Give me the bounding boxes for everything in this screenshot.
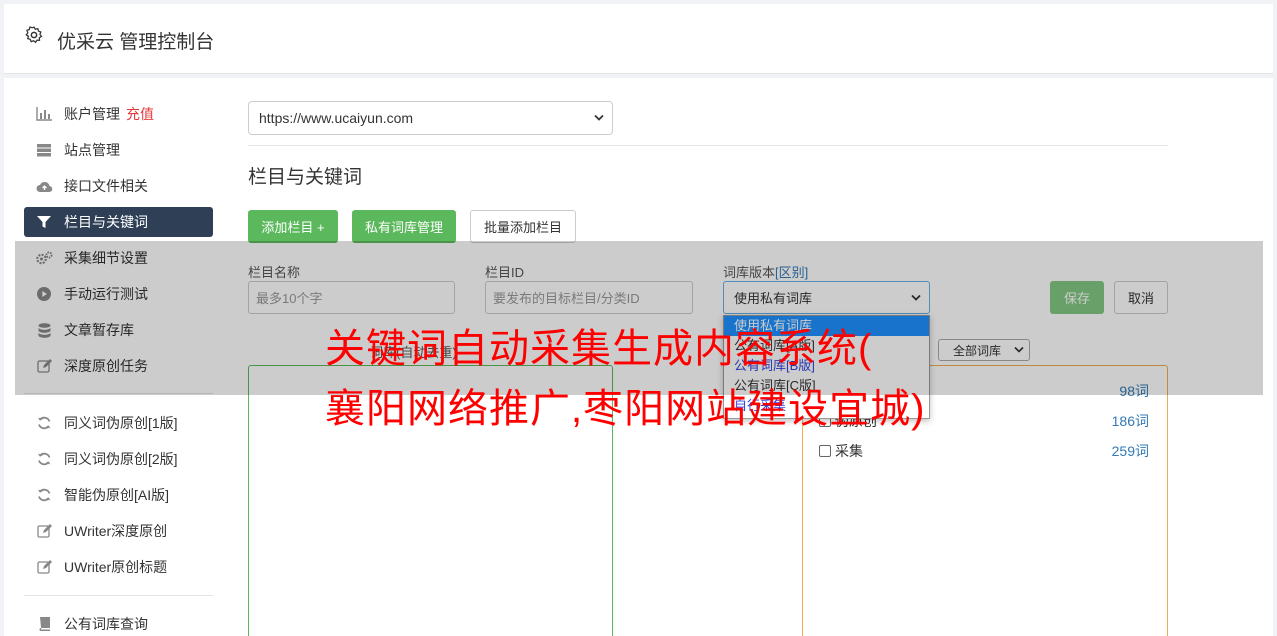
sidebar-item-synonym-v2[interactable]: 同义词伪原创[2版] xyxy=(24,444,213,474)
sidebar-item-uwriter-deep[interactable]: UWriter深度原创 xyxy=(24,516,213,546)
library-filter-value: 全部词库 xyxy=(953,343,1002,358)
sidebar-item-label: 站点管理 xyxy=(64,142,120,158)
library-checkbox[interactable] xyxy=(819,445,831,457)
column-id-label: 栏目ID xyxy=(485,265,525,280)
play-circle-icon xyxy=(35,286,53,302)
refresh-icon xyxy=(35,415,53,431)
sidebar-item-article-store[interactable]: 文章暂存库 xyxy=(24,315,213,345)
library-row[interactable]: 采集 259词 xyxy=(819,441,1149,461)
sidebar-item-label: UWriter原创标题 xyxy=(64,559,168,575)
sidebar-item-uwriter-title[interactable]: UWriter原创标题 xyxy=(24,552,213,582)
sidebar-item-columns-keywords[interactable]: 栏目与关键词 xyxy=(24,207,213,237)
sidebar-item-label: 智能伪原创[AI版] xyxy=(64,487,170,503)
filter-icon xyxy=(35,214,53,230)
add-column-button[interactable]: 添加栏目 + xyxy=(248,210,338,243)
gears-icon xyxy=(35,250,53,266)
sidebar-divider xyxy=(24,393,213,394)
private-library-button[interactable]: 私有词库管理 xyxy=(352,210,456,243)
section-title: 栏目与关键词 xyxy=(248,167,363,188)
library-count: 98词 xyxy=(1119,383,1149,399)
batch-add-columns-button[interactable]: 批量添加栏目 xyxy=(470,210,576,243)
divider xyxy=(248,145,1168,146)
edit-icon xyxy=(35,523,53,539)
library-version-value: 使用私有词库 xyxy=(734,291,813,306)
sidebar-item-deep-original-tasks[interactable]: 深度原创任务 xyxy=(24,351,213,381)
sidebar-item-label: 接口文件相关 xyxy=(64,178,148,194)
chevron-down-icon xyxy=(594,114,604,121)
app-title: 优采云 管理控制台 xyxy=(57,32,215,53)
cloud-upload-icon xyxy=(35,178,53,194)
sidebar-item-label: 同义词伪原创[2版] xyxy=(64,451,178,467)
sidebar-item-interface-files[interactable]: 接口文件相关 xyxy=(24,171,213,201)
save-button[interactable]: 保存 xyxy=(1050,281,1104,314)
chevron-down-icon xyxy=(911,294,921,301)
library-filter-select[interactable]: 全部词库 xyxy=(938,339,1030,361)
library-version-label: 词库版本[区别] xyxy=(723,262,808,281)
sidebar-item-label: 公有词库查询 xyxy=(64,616,148,632)
refresh-icon xyxy=(35,487,53,503)
book-icon xyxy=(35,616,53,632)
column-name-input[interactable]: 最多10个字 xyxy=(248,281,455,314)
library-count: 259词 xyxy=(1111,443,1149,459)
sidebar-item-label: 深度原创任务 xyxy=(64,358,148,374)
edit-icon xyxy=(35,559,53,575)
chevron-down-icon xyxy=(1014,346,1024,353)
library-version-select[interactable]: 使用私有词库 xyxy=(723,281,930,314)
sidebar-item-sites[interactable]: 站点管理 xyxy=(24,135,213,165)
watermark-line-1: 关键词自动采集生成内容系统( xyxy=(325,327,873,371)
database-icon xyxy=(35,322,53,338)
sidebar-item-label: 采集细节设置 xyxy=(64,250,148,266)
difference-link[interactable]: [区别] xyxy=(775,265,808,280)
column-id-input[interactable]: 要发布的目标栏目/分类ID xyxy=(485,281,693,314)
sidebar-item-collect-settings[interactable]: 采集细节设置 xyxy=(24,243,213,273)
recharge-link[interactable]: 充值 xyxy=(126,104,154,124)
edit-icon xyxy=(35,358,53,374)
sidebar-item-account[interactable]: 账户管理 充值 xyxy=(24,99,213,129)
server-icon xyxy=(35,142,53,158)
refresh-icon xyxy=(35,451,53,467)
sidebar-item-label: 同义词伪原创[1版] xyxy=(64,415,178,431)
sidebar-item-public-lib-query[interactable]: 公有词库查询 xyxy=(24,609,213,636)
library-count: 186词 xyxy=(1111,413,1149,429)
site-select[interactable]: https://www.ucaiyun.com xyxy=(248,101,613,135)
sidebar-item-label: UWriter深度原创 xyxy=(64,523,168,539)
gear-icon xyxy=(25,26,43,44)
sidebar-item-label: 手动运行测试 xyxy=(64,286,148,302)
sidebar-item-label: 账户管理 xyxy=(64,106,120,122)
library-name: 采集 xyxy=(835,443,863,459)
sidebar-item-label: 文章暂存库 xyxy=(64,322,134,338)
sidebar-item-ai-rewrite[interactable]: 智能伪原创[AI版] xyxy=(24,480,213,510)
sidebar-item-label: 栏目与关键词 xyxy=(64,214,148,230)
bar-chart-icon xyxy=(35,106,53,122)
column-name-label: 栏目名称 xyxy=(248,265,301,280)
sidebar-item-manual-run[interactable]: 手动运行测试 xyxy=(24,279,213,309)
library-version-text: 词库版本 xyxy=(723,265,776,280)
cancel-button[interactable]: 取消 xyxy=(1114,281,1168,314)
top-bar: 优采云 管理控制台 xyxy=(4,4,1273,74)
site-select-value: https://www.ucaiyun.com xyxy=(259,110,414,126)
sidebar-item-synonym-v1[interactable]: 同义词伪原创[1版] xyxy=(24,408,213,438)
watermark-line-2: 襄阳网络推广,枣阳网站建设宜城) xyxy=(325,387,926,431)
sidebar-divider xyxy=(24,595,213,596)
